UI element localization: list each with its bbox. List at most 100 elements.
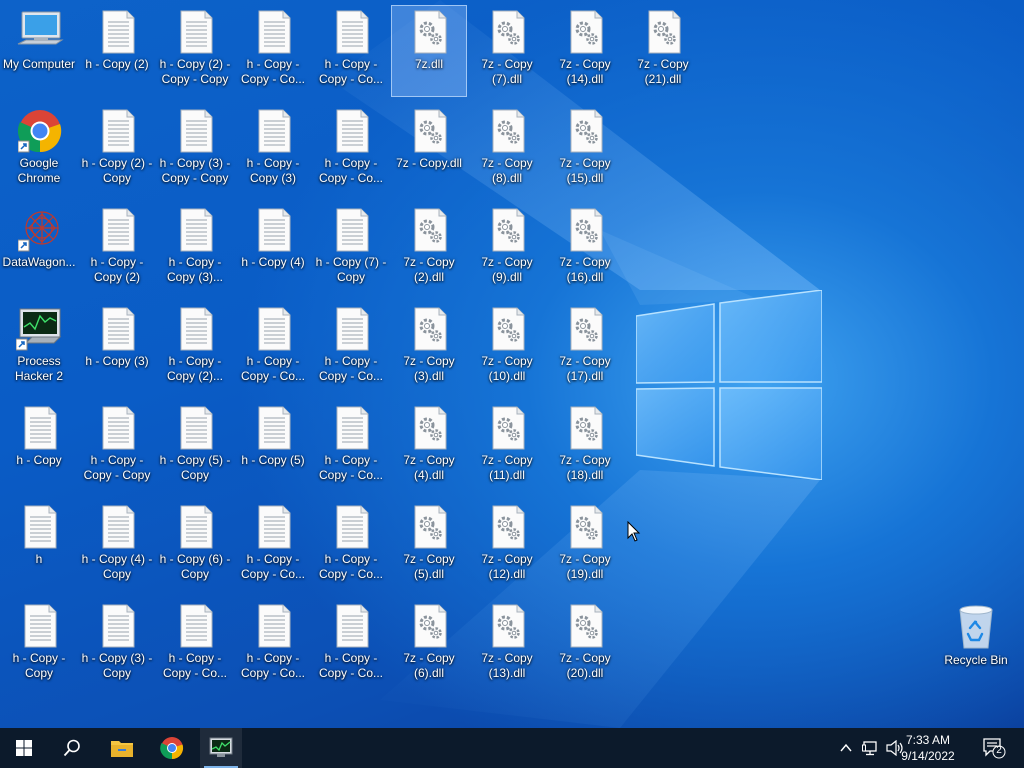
desktop-icon[interactable]: h - Copy - Copy (2) bbox=[79, 203, 155, 295]
mouse-cursor-icon bbox=[627, 521, 641, 542]
desktop-icon[interactable]: h - Copy (4) bbox=[235, 203, 311, 295]
search-button[interactable] bbox=[48, 728, 96, 768]
desktop-icon[interactable]: 7z - Copy (18).dll bbox=[547, 401, 623, 493]
desktop-icon[interactable]: 7z.dll bbox=[391, 5, 467, 97]
desktop-icon[interactable]: h - Copy (6) - Copy bbox=[157, 500, 233, 592]
desktop-icon[interactable]: h - Copy bbox=[1, 401, 77, 493]
desktop-icon[interactable]: 7z - Copy (3).dll bbox=[391, 302, 467, 394]
desktop-icon[interactable]: h - Copy - Copy - Co... bbox=[157, 599, 233, 691]
desktop-icon-label: 7z - Copy (11).dll bbox=[481, 453, 533, 482]
text-file-icon bbox=[256, 307, 292, 351]
desktop-icon[interactable]: h - Copy - Copy (2)... bbox=[157, 302, 233, 394]
desktop-icon[interactable]: h - Copy (3) - Copy bbox=[79, 599, 155, 691]
text-file-icon bbox=[256, 505, 292, 549]
desktop-icon[interactable]: Process Hacker 2 bbox=[1, 302, 77, 394]
desktop-icon-label: 7z - Copy (21).dll bbox=[637, 57, 689, 86]
desktop-icon[interactable]: 7z - Copy (17).dll bbox=[547, 302, 623, 394]
desktop-icon[interactable]: h - Copy - Copy - Co... bbox=[235, 5, 311, 97]
dll-file-icon bbox=[490, 604, 526, 648]
desktop-icon[interactable]: h - Copy - Copy - Copy bbox=[79, 401, 155, 493]
dll-file-icon bbox=[568, 505, 604, 549]
desktop-icon-label: h - Copy - Copy - Co... bbox=[318, 651, 384, 680]
desktop-icon[interactable]: h - Copy - Copy - Co... bbox=[313, 104, 389, 196]
desktop-icon[interactable]: 7z - Copy (4).dll bbox=[391, 401, 467, 493]
desktop-icon[interactable]: h - Copy (4) - Copy bbox=[79, 500, 155, 592]
desktop-icon[interactable]: h - Copy (3) bbox=[79, 302, 155, 394]
start-button[interactable] bbox=[0, 728, 48, 768]
desktop-icon[interactable]: 7z - Copy (19).dll bbox=[547, 500, 623, 592]
process-hacker-taskbar-button[interactable] bbox=[200, 728, 242, 768]
network-tray-icon[interactable] bbox=[862, 740, 880, 761]
desktop-icon[interactable]: 7z - Copy (10).dll bbox=[469, 302, 545, 394]
chrome-taskbar-button[interactable] bbox=[148, 728, 196, 768]
file-explorer-button[interactable] bbox=[98, 728, 146, 768]
desktop-icon-label: 7z.dll bbox=[414, 57, 443, 71]
desktop-icon-label: Google Chrome bbox=[17, 156, 61, 185]
desktop-icon[interactable]: h - Copy - Copy (3)... bbox=[157, 203, 233, 295]
desktop-icon[interactable]: h - Copy - Copy - Co... bbox=[313, 5, 389, 97]
desktop-icon[interactable]: h - Copy - Copy - Co... bbox=[235, 302, 311, 394]
desktop-icon[interactable]: 7z - Copy (11).dll bbox=[469, 401, 545, 493]
desktop-icon[interactable]: h - Copy - Copy - Co... bbox=[313, 302, 389, 394]
desktop-icon[interactable]: h - Copy (5) - Copy bbox=[157, 401, 233, 493]
desktop-icon[interactable]: h - Copy (3) - Copy - Copy bbox=[157, 104, 233, 196]
desktop-icon-label: 7z - Copy (12).dll bbox=[481, 552, 533, 581]
desktop-icon[interactable]: h - Copy - Copy (3) bbox=[235, 104, 311, 196]
desktop-icon[interactable]: 7z - Copy (7).dll bbox=[469, 5, 545, 97]
desktop-icon[interactable]: h - Copy - Copy - Co... bbox=[235, 599, 311, 691]
desktop-icon-label: h - Copy (2) - Copy bbox=[81, 156, 153, 185]
desktop-icon-label: 7z - Copy (14).dll bbox=[559, 57, 611, 86]
desktop-icon[interactable]: h - Copy - Copy - Co... bbox=[235, 500, 311, 592]
desktop-icon[interactable]: h - Copy - Copy - Co... bbox=[313, 401, 389, 493]
desktop-icon[interactable]: 7z - Copy (9).dll bbox=[469, 203, 545, 295]
notification-count-badge: 2 bbox=[996, 745, 1002, 756]
desktop-icon[interactable]: h - Copy - Copy - Co... bbox=[313, 500, 389, 592]
desktop-icon[interactable]: 7z - Copy (12).dll bbox=[469, 500, 545, 592]
desktop-icon[interactable]: 7z - Copy (14).dll bbox=[547, 5, 623, 97]
desktop-icon[interactable]: DataWagon... bbox=[1, 203, 77, 295]
desktop-icon-label: h - Copy (5) bbox=[241, 453, 305, 467]
desktop-icon[interactable]: 7z - Copy (16).dll bbox=[547, 203, 623, 295]
desktop-icon[interactable]: h - Copy - Copy - Co... bbox=[313, 599, 389, 691]
desktop-icon-label: 7z - Copy (9).dll bbox=[481, 255, 533, 284]
desktop-icon[interactable]: 7z - Copy.dll bbox=[391, 104, 467, 196]
desktop-icon[interactable]: 7z - Copy (5).dll bbox=[391, 500, 467, 592]
desktop-icon[interactable]: h - Copy (2) - Copy bbox=[79, 104, 155, 196]
desktop-icon[interactable]: 7z - Copy (20).dll bbox=[547, 599, 623, 691]
desktop-icon[interactable]: 7z - Copy (2).dll bbox=[391, 203, 467, 295]
desktop-icon-label: 7z - Copy (6).dll bbox=[403, 651, 455, 680]
desktop-icon-label: 7z - Copy (13).dll bbox=[481, 651, 533, 680]
desktop-icon[interactable]: h - Copy - Copy bbox=[1, 599, 77, 691]
desktop-icon-label: h - Copy bbox=[16, 453, 62, 467]
desktop-icon[interactable]: h - Copy (7) - Copy bbox=[313, 203, 389, 295]
desktop-icon[interactable]: h - Copy (5) bbox=[235, 401, 311, 493]
recycle-bin[interactable]: Recycle Bin bbox=[940, 598, 1012, 678]
desktop[interactable]: My Computer Google Chrome DataWagon... Proc… bbox=[0, 0, 1024, 728]
show-hidden-icons-button[interactable] bbox=[839, 741, 853, 759]
desktop-icon[interactable]: 7z - Copy (21).dll bbox=[625, 5, 701, 97]
desktop-icon[interactable]: 7z - Copy (6).dll bbox=[391, 599, 467, 691]
desktop-icon[interactable]: h bbox=[1, 500, 77, 592]
desktop-icon[interactable]: h - Copy (2) bbox=[79, 5, 155, 97]
desktop-icon[interactable]: 7z - Copy (15).dll bbox=[547, 104, 623, 196]
desktop-icon-label: 7z - Copy (20).dll bbox=[559, 651, 611, 680]
desktop-icon[interactable]: My Computer bbox=[1, 5, 77, 97]
desktop-icon-label: h - Copy - Copy - Co... bbox=[318, 354, 384, 383]
desktop-icon-label: h - Copy (2) bbox=[85, 57, 149, 71]
desktop-icon-label: h bbox=[35, 552, 43, 566]
desktop-icon-label: h - Copy - Copy (2) bbox=[90, 255, 144, 284]
taskbar: 7:33 AM 9/14/2022 2 bbox=[0, 728, 1024, 768]
text-file-icon bbox=[256, 208, 292, 252]
text-file-icon bbox=[256, 10, 292, 54]
desktop-icon[interactable]: 7z - Copy (8).dll bbox=[469, 104, 545, 196]
text-file-icon bbox=[334, 208, 370, 252]
desktop-icon-label: h - Copy - Copy (3)... bbox=[166, 255, 223, 284]
desktop-icon-label: My Computer bbox=[2, 57, 76, 71]
desktop-icon[interactable]: h - Copy (2) - Copy - Copy bbox=[157, 5, 233, 97]
dll-file-icon bbox=[568, 406, 604, 450]
desktop-icon[interactable]: 7z - Copy (13).dll bbox=[469, 599, 545, 691]
action-center-button[interactable]: 2 bbox=[982, 737, 1006, 764]
dll-file-icon bbox=[490, 307, 526, 351]
desktop-icon[interactable]: Google Chrome bbox=[1, 104, 77, 196]
clock[interactable]: 7:33 AM 9/14/2022 bbox=[890, 732, 966, 764]
